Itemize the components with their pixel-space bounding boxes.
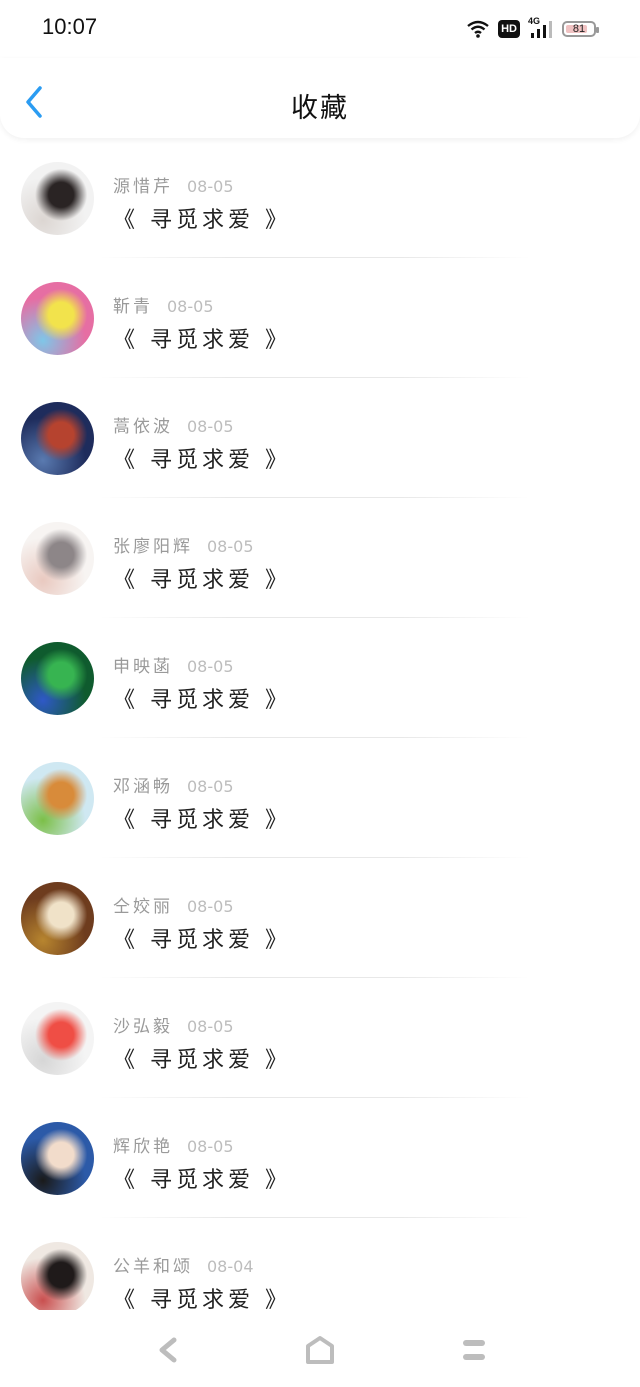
hd-badge: HD — [498, 20, 520, 38]
item-date: 08-05 — [187, 777, 234, 796]
list-item[interactable]: 沙弘毅 08-05 《 寻觅求爱 》 — [0, 978, 640, 1098]
user-name-text: 蒿依波 — [113, 417, 173, 437]
user-name: 靳青 08-05 — [113, 292, 214, 317]
menu-lines-icon — [463, 1340, 485, 1360]
item-title: 《 寻觅求爱 》 — [113, 568, 291, 593]
user-name-text: 辉欣艳 — [113, 1137, 173, 1157]
item-title: 《 寻觅求爱 》 — [113, 808, 291, 833]
item-title: 《 寻觅求爱 》 — [113, 448, 291, 473]
item-date: 08-04 — [207, 1257, 254, 1276]
user-name: 公羊和颂 08-04 — [113, 1252, 254, 1277]
user-name-text: 源惜芹 — [113, 177, 173, 197]
list-item[interactable]: 仝姣丽 08-05 《 寻觅求爱 》 — [0, 858, 640, 978]
avatar[interactable] — [21, 162, 94, 235]
item-title: 《 寻觅求爱 》 — [113, 688, 291, 713]
item-title: 《 寻觅求爱 》 — [113, 928, 291, 953]
battery-icon: 81 — [562, 21, 599, 37]
avatar[interactable] — [21, 1122, 94, 1195]
item-date: 08-05 — [187, 897, 234, 916]
nav-back-button[interactable] — [148, 1332, 188, 1368]
user-name: 蒿依波 08-05 — [113, 412, 234, 437]
favorites-list: 源惜芹 08-05 《 寻觅求爱 》 靳青 08-05 《 寻觅求爱 》 蒿依波 08… — [0, 138, 640, 1338]
user-name: 辉欣艳 08-05 — [113, 1132, 234, 1157]
avatar[interactable] — [21, 882, 94, 955]
user-name-text: 公羊和颂 — [113, 1257, 193, 1277]
status-icons: HD 4G 81 — [466, 16, 599, 42]
list-item[interactable]: 申映菡 08-05 《 寻觅求爱 》 — [0, 618, 640, 738]
user-name-text: 仝姣丽 — [113, 897, 173, 917]
signal-icon: 4G — [528, 16, 554, 40]
list-item[interactable]: 张廖阳辉 08-05 《 寻觅求爱 》 — [0, 498, 640, 618]
item-date: 08-05 — [187, 1137, 234, 1156]
user-name-text: 靳青 — [113, 297, 153, 317]
avatar[interactable] — [21, 1002, 94, 1075]
user-name-text: 张廖阳辉 — [113, 537, 193, 557]
item-date: 08-05 — [167, 297, 214, 316]
item-title: 《 寻觅求爱 》 — [113, 328, 291, 353]
user-name: 沙弘毅 08-05 — [113, 1012, 234, 1037]
list-item[interactable]: 辉欣艳 08-05 《 寻觅求爱 》 — [0, 1098, 640, 1218]
avatar[interactable] — [21, 762, 94, 835]
list-item[interactable]: 靳青 08-05 《 寻觅求爱 》 — [0, 258, 640, 378]
avatar[interactable] — [21, 282, 94, 355]
item-title: 《 寻觅求爱 》 — [113, 208, 291, 233]
status-time: 10:07 — [42, 14, 98, 39]
item-date: 08-05 — [207, 537, 254, 556]
list-item[interactable]: 邓涵畅 08-05 《 寻觅求爱 》 — [0, 738, 640, 858]
home-icon — [306, 1336, 334, 1364]
user-name: 仝姣丽 08-05 — [113, 892, 234, 917]
avatar[interactable] — [21, 522, 94, 595]
item-date: 08-05 — [187, 417, 234, 436]
page-title: 收藏 — [291, 93, 349, 124]
nav-menu-button[interactable] — [454, 1332, 494, 1368]
system-nav-bar — [0, 1310, 640, 1387]
wifi-icon — [467, 20, 489, 38]
list-item[interactable]: 源惜芹 08-05 《 寻觅求爱 》 — [0, 138, 640, 258]
item-date: 08-05 — [187, 657, 234, 676]
item-title: 《 寻觅求爱 》 — [113, 1168, 291, 1193]
user-name-text: 申映菡 — [113, 657, 173, 677]
user-name: 邓涵畅 08-05 — [113, 772, 234, 797]
user-name: 申映菡 08-05 — [113, 652, 234, 677]
avatar[interactable] — [21, 1242, 94, 1315]
page-header: 收藏 — [0, 58, 640, 138]
battery-level: 81 — [572, 23, 586, 35]
item-date: 08-05 — [187, 1017, 234, 1036]
user-name: 源惜芹 08-05 — [113, 172, 234, 197]
list-item[interactable]: 蒿依波 08-05 《 寻觅求爱 》 — [0, 378, 640, 498]
item-date: 08-05 — [187, 177, 234, 196]
status-bar: 10:07 HD 4G 81 — [0, 0, 640, 58]
triangle-back-icon — [159, 1337, 177, 1363]
item-title: 《 寻觅求爱 》 — [113, 1048, 291, 1073]
avatar[interactable] — [21, 402, 94, 475]
avatar[interactable] — [21, 642, 94, 715]
user-name-text: 邓涵畅 — [113, 777, 173, 797]
user-name-text: 沙弘毅 — [113, 1017, 173, 1037]
nav-home-button[interactable] — [300, 1332, 340, 1368]
user-name: 张廖阳辉 08-05 — [113, 532, 254, 557]
